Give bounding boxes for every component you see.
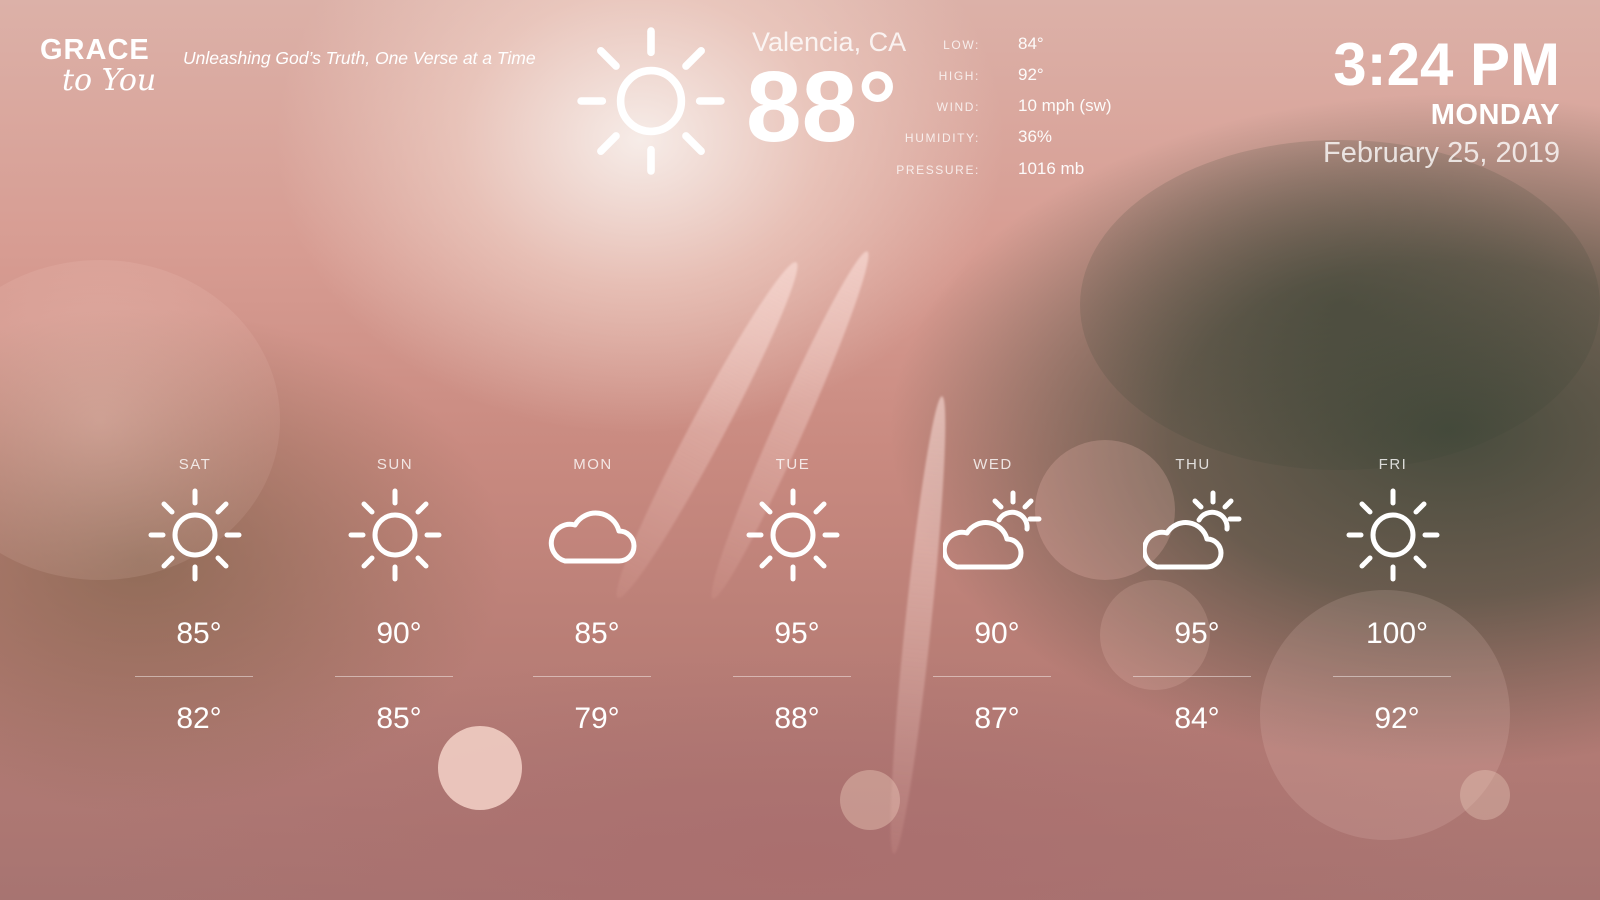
forecast-day: TUE 95° 88° bbox=[733, 452, 853, 762]
forecast-day: SAT 85° 82° bbox=[135, 452, 255, 762]
logo-line-grace: GRACE bbox=[40, 34, 150, 66]
stat-value: 10 mph (sw) bbox=[1018, 96, 1112, 115]
forecast-day: WED 90° 87° bbox=[933, 452, 1053, 762]
forecast-day-name: SAT bbox=[178, 456, 212, 473]
tagline: Unleashing God’s Truth, One Verse at a T… bbox=[183, 48, 536, 68]
forecast-day-name: WED bbox=[973, 456, 1013, 473]
forecast-divider bbox=[733, 676, 851, 677]
forecast-day: MON 85° 79° bbox=[533, 452, 653, 762]
stat-label: HIGH: bbox=[938, 69, 980, 83]
forecast-divider bbox=[135, 676, 253, 677]
forecast-high: 95° bbox=[1174, 617, 1220, 650]
forecast-day-name: THU bbox=[1175, 456, 1211, 473]
stat-value: 84° bbox=[1018, 34, 1044, 53]
background-bokeh bbox=[1460, 770, 1510, 820]
forecast-low: 87° bbox=[974, 702, 1020, 735]
forecast-low: 79° bbox=[574, 702, 620, 735]
forecast-day-name: FRI bbox=[1378, 456, 1408, 473]
sun-icon bbox=[746, 488, 840, 582]
forecast-low: 84° bbox=[1174, 702, 1220, 735]
forecast-high: 95° bbox=[774, 617, 820, 650]
clock: 3:24 PM MONDAY February 25, 2019 bbox=[1323, 32, 1560, 170]
forecast-day-name: MON bbox=[573, 456, 613, 473]
background-bokeh bbox=[840, 770, 900, 830]
forecast-high: 85° bbox=[574, 617, 620, 650]
sun-icon bbox=[348, 488, 442, 582]
stat-low: LOW: 84° bbox=[870, 34, 1130, 58]
partly-cloudy-icon bbox=[1143, 490, 1242, 570]
forecast-high: 90° bbox=[376, 617, 422, 650]
forecast-divider bbox=[1333, 676, 1451, 677]
stat-label: PRESSURE: bbox=[896, 163, 980, 177]
partly-cloudy-icon bbox=[943, 490, 1042, 570]
forecast-day: FRI 100° 92° bbox=[1333, 452, 1453, 762]
forecast-day-name: SUN bbox=[376, 456, 414, 473]
forecast-day: SUN 90° 85° bbox=[335, 452, 455, 762]
forecast-high: 85° bbox=[176, 617, 222, 650]
sun-icon bbox=[1346, 488, 1440, 582]
forecast-low: 85° bbox=[376, 702, 422, 735]
forecast-day: THU 95° 84° bbox=[1133, 452, 1253, 762]
logo-line-to-you: to You bbox=[62, 63, 157, 98]
forecast-divider bbox=[933, 676, 1051, 677]
grace-to-you-logo: GRACE to You bbox=[40, 34, 170, 104]
stat-value: 92° bbox=[1018, 65, 1044, 84]
forecast-divider bbox=[335, 676, 453, 677]
clock-weekday: MONDAY bbox=[1430, 99, 1560, 131]
clock-time: 3:24 PM bbox=[1333, 31, 1560, 98]
stat-wind: WIND: 10 mph (sw) bbox=[870, 96, 1130, 120]
forecast-high: 100° bbox=[1365, 617, 1429, 650]
stat-label: HUMIDITY: bbox=[904, 131, 980, 145]
stat-pressure: PRESSURE: 1016 mb bbox=[870, 159, 1130, 183]
forecast-low: 92° bbox=[1374, 702, 1420, 735]
clock-date: February 25, 2019 bbox=[1323, 137, 1560, 169]
sun-icon bbox=[577, 27, 725, 175]
forecast-low: 82° bbox=[176, 702, 222, 735]
stat-humidity: HUMIDITY: 36% bbox=[870, 127, 1130, 151]
stat-high: HIGH: 92° bbox=[870, 65, 1130, 89]
forecast: SAT 85° 82° SUN 90° 85° MON 85° 79° TUE … bbox=[135, 452, 1465, 762]
cloud-icon bbox=[548, 510, 637, 564]
stat-label: WIND: bbox=[936, 100, 980, 114]
forecast-day-name: TUE bbox=[775, 456, 811, 473]
stat-value: 36% bbox=[1018, 127, 1053, 146]
sun-icon bbox=[148, 488, 242, 582]
stat-value: 1016 mb bbox=[1018, 159, 1085, 178]
forecast-divider bbox=[1133, 676, 1251, 677]
forecast-low: 88° bbox=[774, 702, 820, 735]
stat-label: LOW: bbox=[943, 38, 980, 52]
forecast-divider bbox=[533, 676, 651, 677]
forecast-high: 90° bbox=[974, 617, 1020, 650]
background-bokeh bbox=[1080, 140, 1600, 470]
